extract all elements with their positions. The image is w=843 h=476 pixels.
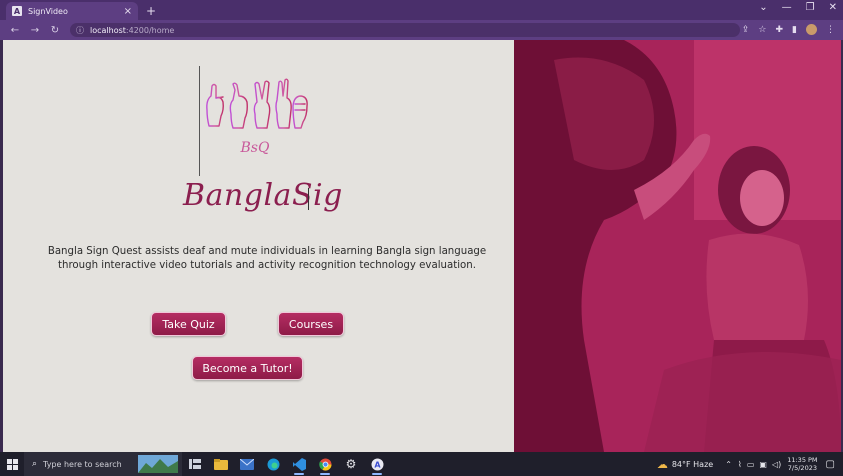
typing-cursor bbox=[308, 188, 309, 210]
sign-hands-logo-icon: BsQ bbox=[206, 78, 308, 156]
url-text: localhost:4200/home bbox=[90, 26, 174, 35]
vscode-icon[interactable] bbox=[286, 452, 312, 476]
url-path: :4200/home bbox=[125, 25, 175, 35]
courses-button[interactable]: Courses bbox=[278, 312, 344, 336]
url-host: localhost bbox=[90, 25, 126, 35]
taskbar-clock[interactable]: 11:35 PM 7/5/2023 bbox=[787, 456, 817, 472]
battery-icon[interactable]: ▭ bbox=[747, 460, 755, 469]
network-icon[interactable]: ⌇ bbox=[738, 460, 742, 469]
windows-start-icon[interactable] bbox=[0, 452, 24, 476]
tab-title: SignVideo bbox=[28, 6, 68, 16]
bsq-logo: BsQ bbox=[199, 66, 309, 176]
tray-chevron-up-icon[interactable]: ⌃ bbox=[725, 460, 732, 469]
mail-icon[interactable] bbox=[234, 452, 260, 476]
address-bar[interactable]: ⓘ localhost:4200/home bbox=[70, 23, 740, 37]
father-child-photo bbox=[514, 40, 841, 452]
bookmark-star-icon[interactable]: ☆ bbox=[758, 25, 766, 35]
site-info-icon[interactable]: ⓘ bbox=[76, 25, 84, 36]
new-tab-button[interactable]: + bbox=[146, 4, 156, 18]
extensions-puzzle-icon[interactable]: ✚ bbox=[776, 25, 784, 35]
browser-tab-active[interactable]: A SignVideo × bbox=[6, 2, 138, 20]
profile-avatar[interactable] bbox=[806, 24, 817, 35]
display-icon[interactable]: ▣ bbox=[759, 460, 767, 469]
description-line-2: through interactive video tutorials and … bbox=[58, 259, 476, 271]
restore-icon[interactable]: ❐ bbox=[806, 2, 815, 13]
taskbar-search-box[interactable]: ⌕ Type here to search bbox=[24, 452, 182, 476]
svg-text:A: A bbox=[374, 460, 381, 469]
reload-icon[interactable]: ↻ bbox=[50, 25, 60, 36]
intro-description: Bangla Sign Quest assists deaf and mute … bbox=[23, 245, 511, 272]
volume-icon[interactable]: ◁) bbox=[772, 460, 781, 469]
side-panel-icon[interactable]: ▮ bbox=[792, 25, 797, 35]
description-line-1: Bangla Sign Quest assists deaf and mute … bbox=[47, 246, 487, 257]
logo-divider-line bbox=[199, 66, 200, 176]
toolbar-icons: ⇪ ☆ ✚ ▮ ⋮ bbox=[742, 24, 835, 35]
menu-kebab-icon[interactable]: ⋮ bbox=[826, 25, 835, 35]
weather-text[interactable]: 84°F Haze bbox=[672, 460, 713, 469]
browser-titlebar: A SignVideo × + ⌄ — ❐ ✕ bbox=[0, 0, 843, 20]
search-highlight-landscape-icon bbox=[138, 455, 178, 473]
file-explorer-icon[interactable] bbox=[208, 452, 234, 476]
windows-taskbar: ⌕ Type here to search ⚙ A ☁ 84°F Haze ⌃ … bbox=[0, 452, 843, 476]
logo-caption: BsQ bbox=[240, 140, 270, 156]
take-quiz-button[interactable]: Take Quiz bbox=[151, 312, 226, 336]
browser-toolbar: ← → ↻ ⓘ localhost:4200/home ⇪ ☆ ✚ ▮ ⋮ bbox=[0, 20, 843, 40]
system-tray: ☁ 84°F Haze ⌃ ⌇ ▭ ▣ ◁) 11:35 PM 7/5/2023… bbox=[657, 452, 843, 476]
share-icon[interactable]: ⇪ bbox=[742, 25, 750, 35]
hero-photo bbox=[514, 40, 841, 452]
brand-title: BanglaSig bbox=[183, 178, 343, 213]
tab-close-icon[interactable]: × bbox=[124, 6, 132, 17]
close-window-icon[interactable]: ✕ bbox=[829, 2, 837, 13]
task-view-icon[interactable] bbox=[182, 452, 208, 476]
angular-app-icon[interactable]: A bbox=[364, 452, 390, 476]
search-placeholder: Type here to search bbox=[43, 459, 122, 469]
clock-time: 11:35 PM bbox=[787, 456, 818, 464]
search-icon: ⌕ bbox=[32, 459, 38, 469]
chrome-icon[interactable] bbox=[312, 452, 338, 476]
notifications-icon[interactable]: ▢ bbox=[826, 459, 835, 470]
window-controls: ⌄ — ❐ ✕ bbox=[759, 2, 837, 13]
tab-search-icon[interactable]: ⌄ bbox=[759, 2, 767, 13]
minimize-icon[interactable]: — bbox=[782, 2, 792, 13]
home-page: BsQ BanglaSig Bangla Sign Quest assists … bbox=[3, 40, 841, 452]
settings-gear-icon[interactable]: ⚙ bbox=[338, 452, 364, 476]
edge-browser-icon[interactable] bbox=[260, 452, 286, 476]
weather-icon[interactable]: ☁ bbox=[657, 458, 668, 471]
forward-arrow-icon[interactable]: → bbox=[30, 25, 40, 36]
angular-favicon-icon: A bbox=[12, 6, 22, 16]
clock-date: 7/5/2023 bbox=[787, 464, 817, 472]
back-arrow-icon[interactable]: ← bbox=[10, 25, 20, 36]
become-tutor-button[interactable]: Become a Tutor! bbox=[192, 356, 303, 380]
